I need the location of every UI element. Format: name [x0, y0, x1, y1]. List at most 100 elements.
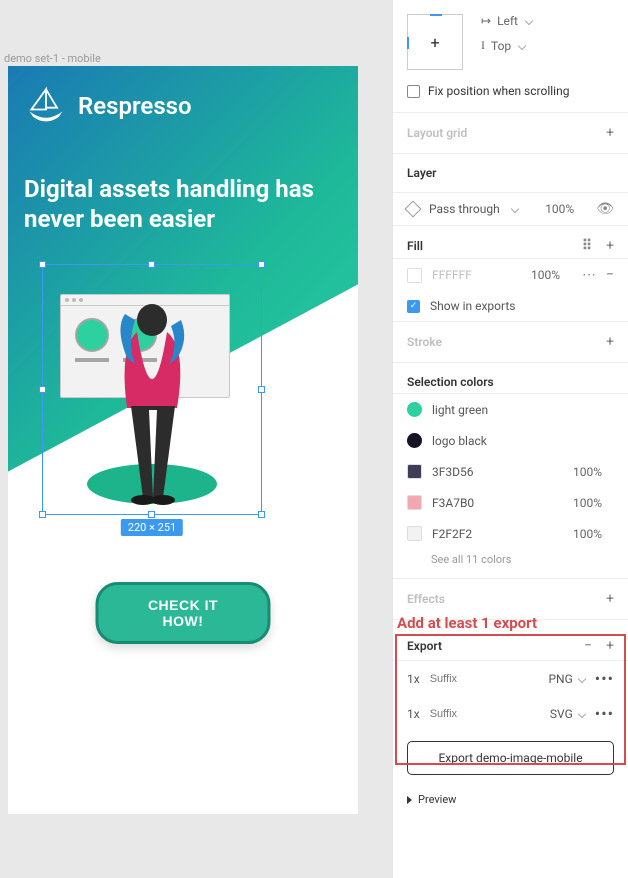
hero-heading: Digital assets handling has never been e… [24, 174, 342, 234]
fix-position-row[interactable]: Fix position when scrolling [393, 84, 628, 112]
export-format-value: PNG [548, 672, 572, 686]
resize-handle[interactable] [148, 261, 155, 268]
export-format-value: SVG [550, 707, 573, 721]
boat-icon [24, 82, 68, 129]
selection-colors-title: Selection colors [407, 375, 494, 389]
preview-toggle[interactable]: Preview [393, 783, 628, 816]
styles-icon[interactable]: ⠿ [582, 238, 592, 254]
color-name: F3A7B0 [432, 496, 474, 510]
preview-label: Preview [418, 793, 456, 806]
blend-icon [405, 201, 422, 218]
export-suffix-input[interactable] [430, 708, 478, 720]
export-format-dropdown[interactable]: PNG [548, 672, 584, 686]
layer-title: Layer [407, 166, 437, 180]
export-section: Add at least 1 export Export − + 1x PNG … [393, 620, 628, 775]
export-size[interactable]: 1x [407, 707, 420, 721]
selection-dimensions: 220 × 251 [121, 519, 183, 536]
remove-export-button[interactable]: − [584, 638, 592, 654]
add-fill-button[interactable]: + [606, 238, 614, 254]
color-opacity: 100% [573, 527, 602, 541]
artboard-frame[interactable]: Respresso Digital assets handling has ne… [8, 66, 358, 814]
color-opacity: 100% [573, 496, 602, 510]
fill-opacity[interactable]: 100% [531, 268, 560, 282]
fill-swatch[interactable] [407, 268, 422, 283]
constraints-box[interactable]: + [407, 14, 463, 70]
color-name: logo black [432, 434, 487, 448]
see-all-colors-link[interactable]: See all 11 colors [393, 549, 628, 578]
checkbox-checked[interactable] [407, 300, 420, 313]
selection-color-item[interactable]: logo black [393, 425, 628, 456]
export-size[interactable]: 1x [407, 672, 420, 686]
brand-name: Respresso [78, 92, 192, 120]
resize-handle[interactable] [258, 386, 265, 393]
hidden-eye-icon[interactable]: ⋯ [582, 267, 596, 283]
frame-label: demo set-1 - mobile [4, 52, 101, 65]
fill-title: Fill [407, 239, 423, 253]
add-export-button[interactable]: + [606, 638, 614, 654]
design-canvas[interactable]: demo set-1 - mobile Respresso Digital as… [0, 0, 392, 878]
export-row: 1x SVG ••• [393, 696, 628, 731]
remove-fill-button[interactable]: − [606, 267, 614, 283]
layer-opacity[interactable]: 100% [545, 202, 574, 216]
add-effect-button[interactable]: + [606, 591, 614, 607]
color-swatch[interactable] [407, 495, 422, 510]
selection-color-item[interactable]: F3A7B0 100% [393, 487, 628, 518]
inspector-panel: + ↦ Left I Top Fix position when scrolli… [392, 0, 628, 878]
show-in-exports-row[interactable]: Show in exports [393, 291, 628, 322]
effects-title: Effects [407, 592, 445, 606]
fill-color-row[interactable]: FFFFFF 100% ⋯ − [393, 259, 628, 291]
vertical-constraint-dropdown[interactable]: I Top [481, 38, 532, 53]
fill-hex[interactable]: FFFFFF [432, 268, 472, 282]
checkbox-unchecked[interactable] [407, 85, 420, 98]
eye-icon[interactable]: 👁 [596, 201, 614, 217]
chevron-down-icon [510, 205, 518, 213]
resize-handle[interactable] [39, 261, 46, 268]
fix-position-label: Fix position when scrolling [428, 84, 569, 98]
chevron-down-icon [518, 41, 526, 49]
horizontal-constraint-dropdown[interactable]: ↦ Left [481, 14, 532, 28]
horizontal-icon: ↦ [481, 14, 491, 28]
constraints-widget: + ↦ Left I Top [393, 0, 628, 84]
resize-handle[interactable] [39, 386, 46, 393]
export-options-icon[interactable]: ••• [595, 704, 614, 723]
vertical-value: Top [491, 39, 511, 53]
export-options-icon[interactable]: ••• [595, 669, 614, 688]
selection-color-item[interactable]: F2F2F2 100% [393, 518, 628, 549]
stroke-title: Stroke [407, 335, 442, 349]
color-swatch[interactable] [407, 526, 422, 541]
color-swatch[interactable] [407, 464, 422, 479]
annotation-text: Add at least 1 export [397, 614, 537, 632]
chevron-down-icon [578, 674, 586, 682]
layout-grid-title: Layout grid [407, 126, 467, 140]
export-title: Export [407, 639, 442, 653]
chevron-down-icon [578, 709, 586, 717]
selection-outline[interactable]: 220 × 251 [42, 264, 262, 515]
horizontal-value: Left [497, 14, 518, 28]
color-swatch[interactable] [407, 402, 422, 417]
export-format-dropdown[interactable]: SVG [550, 707, 585, 721]
export-suffix-input[interactable] [430, 673, 478, 685]
resize-handle[interactable] [258, 511, 265, 518]
blend-mode-value: Pass through [429, 202, 500, 216]
chevron-down-icon [525, 17, 533, 25]
resize-handle[interactable] [39, 511, 46, 518]
export-button[interactable]: Export demo-image-mobile [407, 741, 614, 775]
selection-color-item[interactable]: light green [393, 394, 628, 425]
export-row: 1x PNG ••• [393, 661, 628, 696]
color-opacity: 100% [573, 465, 602, 479]
show-exports-label: Show in exports [430, 299, 515, 313]
cta-button[interactable]: CHECK IT HOW! [96, 582, 271, 644]
vertical-icon: I [481, 38, 485, 53]
add-stroke-button[interactable]: + [606, 334, 614, 350]
blend-mode-row[interactable]: Pass through 100% 👁 [393, 193, 628, 226]
resize-handle[interactable] [258, 261, 265, 268]
selection-color-item[interactable]: 3F3D56 100% [393, 456, 628, 487]
color-swatch[interactable] [407, 433, 422, 448]
brand-logo: Respresso [24, 82, 192, 129]
add-layout-grid-button[interactable]: + [606, 125, 614, 141]
resize-handle[interactable] [148, 511, 155, 518]
triangle-right-icon [407, 796, 412, 804]
plus-icon: + [430, 33, 439, 52]
color-name: light green [432, 403, 488, 417]
color-name: F2F2F2 [432, 527, 472, 541]
